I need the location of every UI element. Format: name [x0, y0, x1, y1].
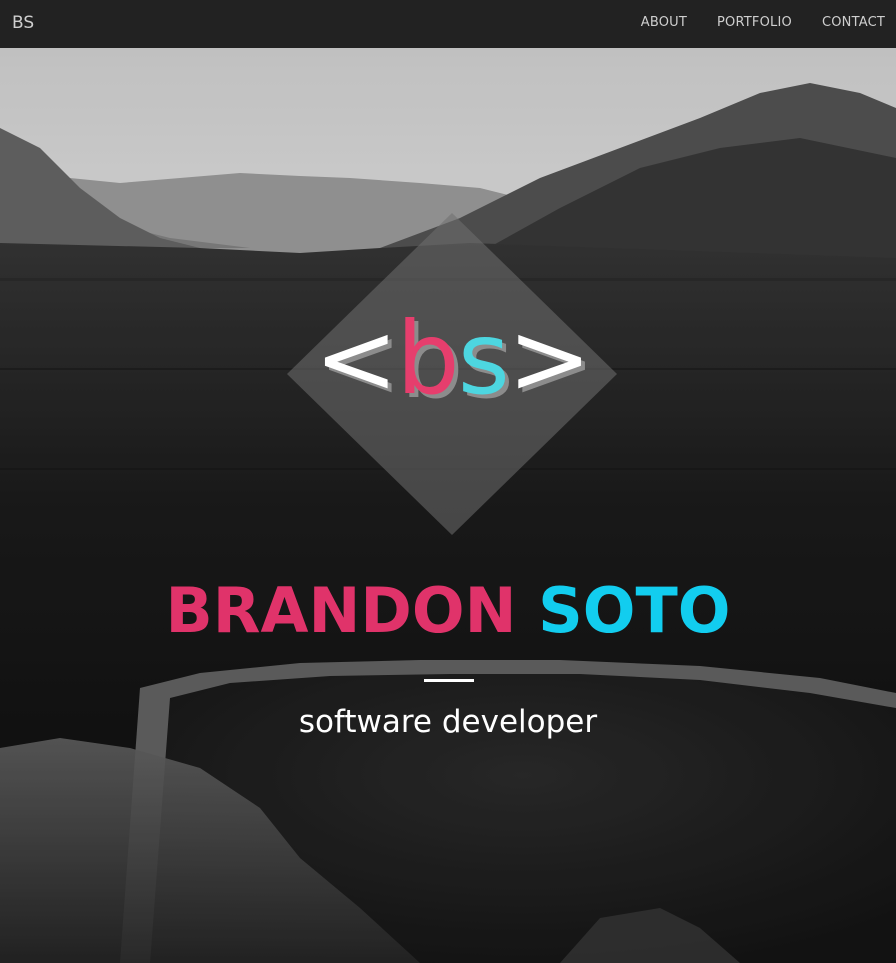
nav-link-about[interactable]: ABOUT: [641, 15, 687, 30]
logo-right-bracket: >: [507, 300, 592, 417]
logo-letter-b: b: [396, 300, 460, 417]
hero-tagline: software developer: [298, 704, 598, 740]
logo-mark: <bs>: [300, 304, 604, 414]
nav-menu: ABOUT PORTFOLIO CONTACT: [611, 15, 885, 30]
first-name: BRANDON: [165, 574, 517, 647]
logo-left-bracket: <: [314, 300, 398, 417]
nav-link-portfolio[interactable]: PORTFOLIO: [717, 15, 792, 30]
navbar: BS ABOUT PORTFOLIO CONTACT: [0, 0, 896, 48]
nav-link-contact[interactable]: CONTACT: [822, 15, 885, 30]
brand-link[interactable]: BS: [12, 13, 34, 33]
hero-divider: [424, 679, 474, 682]
last-name: SOTO: [538, 574, 731, 647]
logo-letter-s: s: [457, 300, 510, 417]
hero-name: BRANDON SOTO: [0, 574, 896, 648]
hero-section: <bs> BRANDON SOTO software developer: [0, 48, 896, 963]
